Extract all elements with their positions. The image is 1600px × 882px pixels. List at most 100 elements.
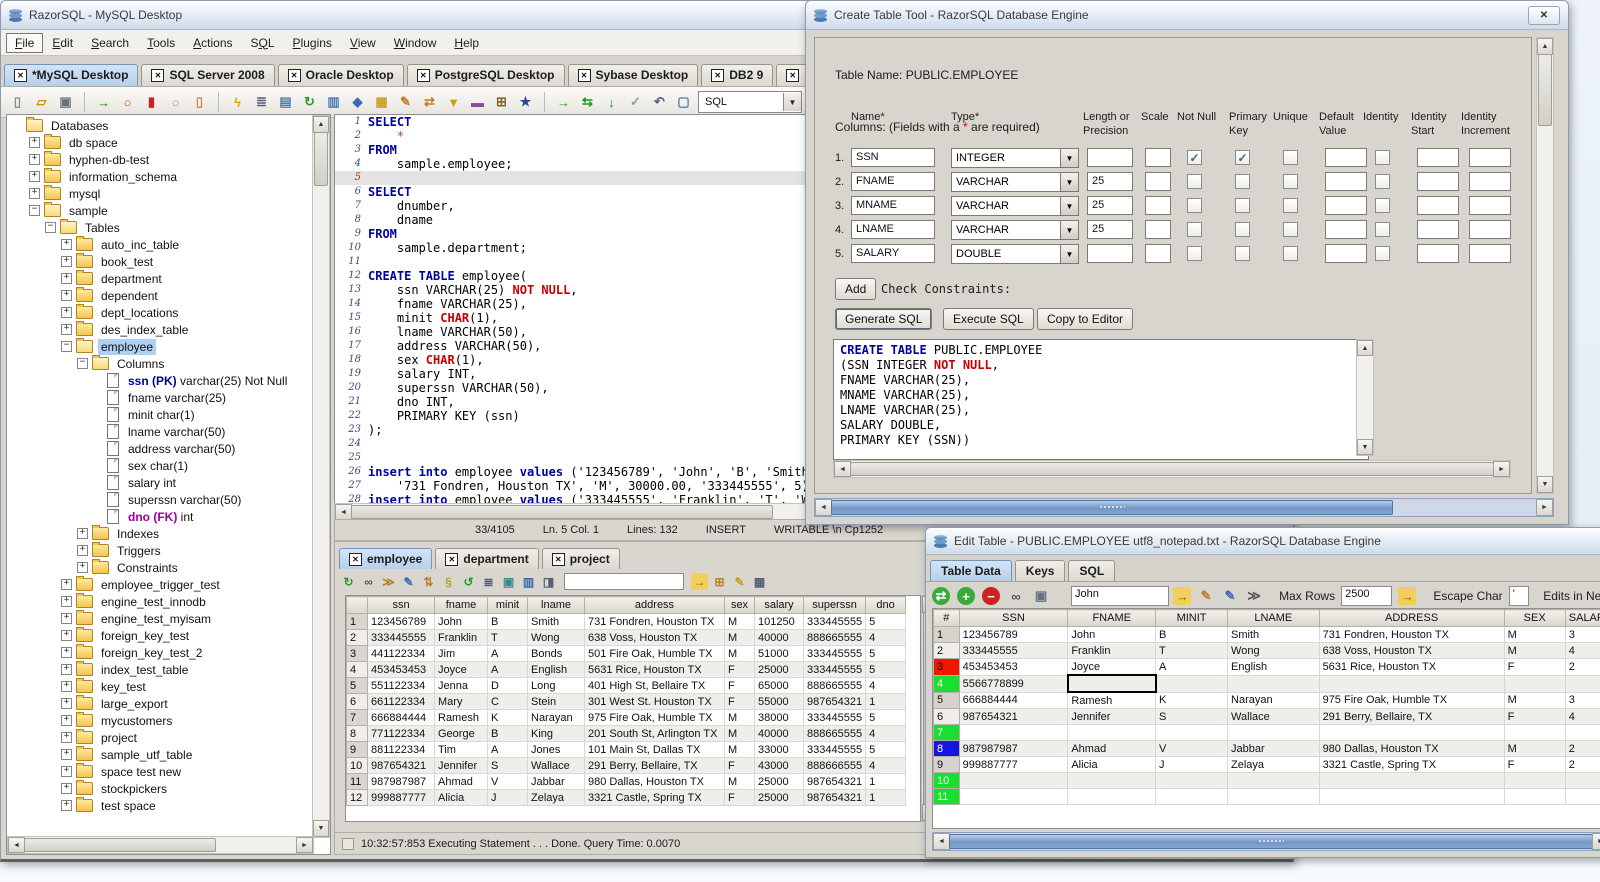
default-value-field[interactable] [1325,220,1367,239]
table-cell[interactable] [1503,674,1566,693]
table-cell[interactable]: Stein [527,693,585,710]
tree-item[interactable]: address varchar(50) [9,440,312,457]
table-cell[interactable]: Franklin [1067,642,1157,659]
favorites-star-icon[interactable]: ★ [516,93,535,112]
table-row[interactable]: 5 666884444 Ramesh K Narayan 975 Fire Oak, Hu… [933,691,1600,709]
table-cell[interactable]: 4 [865,725,907,742]
row-number[interactable]: 11 [933,788,960,805]
table-cell[interactable]: Alicia [1067,756,1157,773]
column-name-field[interactable]: MNAME [851,196,935,215]
column-name-field[interactable]: SSN [851,148,935,167]
column-name-field[interactable]: FNAME [851,172,935,191]
tree-item[interactable]: + hyphen-db-test [9,151,312,168]
scroll-thumb[interactable] [831,500,1393,515]
table-cell[interactable]: Narayan [527,709,585,726]
table-cell[interactable]: F [724,757,755,774]
table-cell[interactable]: Franklin [434,629,488,646]
table-cell[interactable]: 291 Berry, Bellaire, TX [584,757,725,774]
column-header[interactable]: fname [434,596,488,614]
column-header[interactable]: sex [724,596,755,614]
pencil-blue-icon[interactable]: ✎ [1221,587,1239,605]
table-cell[interactable]: 666884444 [367,709,435,726]
column-header[interactable]: # [933,609,960,627]
expand-icon[interactable]: + [61,732,72,743]
tree-item[interactable]: + information_schema [9,168,312,185]
table-cell[interactable]: 4 [865,629,907,646]
table-cell[interactable]: 5 [865,661,907,678]
table-cell[interactable]: 123456789 [958,626,1069,643]
table-cell[interactable]: F [724,693,755,710]
table-cell[interactable]: Wallace [527,757,585,774]
tree-item[interactable]: + dept_locations [9,304,312,321]
tree-item[interactable]: + auto_inc_table [9,236,312,253]
table-cell[interactable]: S [1155,708,1229,725]
table-row[interactable]: 2 333445555 Franklin T Wong 638 Voss, Houston… [346,629,907,646]
expand-icon[interactable]: + [61,256,72,267]
column-header[interactable]: address [584,596,725,614]
key-results-icon[interactable]: § [440,573,457,590]
table-cell[interactable]: 43000 [754,757,804,774]
table-cell[interactable]: Ahmad [1067,740,1157,757]
table-cell[interactable]: D [487,677,528,694]
scroll-up-button[interactable]: ▲ [1537,38,1553,55]
table-row[interactable]: 6 987654321 Jennifer S Wallace 291 Berry, Bel… [933,708,1600,725]
edit-tab-table-data[interactable]: Table Data [930,560,1012,581]
table-cell[interactable] [1318,674,1505,693]
edit-table-icon[interactable]: ✎ [396,93,415,112]
table-cell[interactable]: 999887777 [367,789,435,806]
table-cell[interactable] [1067,724,1157,741]
lightning-icon[interactable]: ϟ [228,93,247,112]
table-cell[interactable]: 25000 [754,773,804,790]
table-cell[interactable] [1564,674,1600,693]
table-cell[interactable]: Bonds [527,645,585,662]
table-cell[interactable]: 1 [865,693,907,710]
tree-item[interactable]: − Columns [9,355,312,372]
table-cell[interactable] [1227,724,1320,741]
table-cell[interactable]: Smith [527,613,585,630]
table-cell[interactable]: F [1503,756,1566,773]
scroll-thumb[interactable] [351,505,773,519]
table-cell[interactable]: 980 Dallas, Houston TX [584,773,725,790]
table-cell[interactable]: M [724,629,755,646]
expand-icon[interactable]: + [77,562,88,573]
connection-tab[interactable]: ✕ Sybase Desktop [567,64,699,86]
edit-titlebar[interactable]: Edit Table - PUBLIC.EMPLOYEE utf8_notepa… [926,528,1600,555]
expand-icon[interactable]: + [61,239,72,250]
column-type-select[interactable]: VARCHAR ▼ [951,196,1079,216]
table-cell[interactable]: 55000 [754,693,804,710]
rollback-icon[interactable]: ○ [166,93,185,112]
expand-icon[interactable]: + [29,171,40,182]
length-field[interactable] [1087,148,1133,167]
expand-icon[interactable]: + [61,273,72,284]
table-cell[interactable]: 333445555 [802,741,867,758]
table-cell[interactable] [1318,772,1505,789]
tree-item[interactable]: + large_export [9,695,312,712]
expand-icon[interactable]: + [61,766,72,777]
table-cell[interactable]: 731 Fondren, Houston TX [584,613,725,630]
identity-increment-field[interactable] [1469,196,1511,215]
table-cell[interactable]: T [487,629,528,646]
tree-item[interactable]: + dependent [9,287,312,304]
new-editor-icon[interactable]: ▢ [674,93,693,112]
open-file-icon[interactable]: ▱ [32,93,51,112]
table-cell[interactable]: M [1503,626,1566,643]
view-results-icon[interactable]: ∞ [360,573,377,590]
length-field[interactable]: 25 [1087,196,1133,215]
table-cell[interactable] [958,772,1069,789]
table-cell[interactable]: 333445555 [802,661,867,678]
table-data-icon[interactable]: ▦ [372,93,391,112]
go-arrow-icon[interactable]: → [691,573,708,590]
table-cell[interactable]: 1 [865,789,907,806]
column-type-select[interactable]: VARCHAR ▼ [951,172,1079,192]
table-cell[interactable] [1067,772,1157,789]
table-cell[interactable]: 3321 Castle, Spring TX [584,789,725,806]
table-cell[interactable]: 25000 [754,661,804,678]
dialog-hscrollbar[interactable]: ◄ ► [814,498,1554,517]
menu-tools[interactable]: Tools [138,33,184,53]
unique-checkbox[interactable] [1283,174,1298,189]
table-cell[interactable]: M [724,773,755,790]
scroll-thumb[interactable] [949,834,1593,849]
menu-window[interactable]: Window [385,33,446,53]
tree-item[interactable]: + employee_trigger_test [9,576,312,593]
table-cell[interactable]: 333445555 [802,613,867,630]
